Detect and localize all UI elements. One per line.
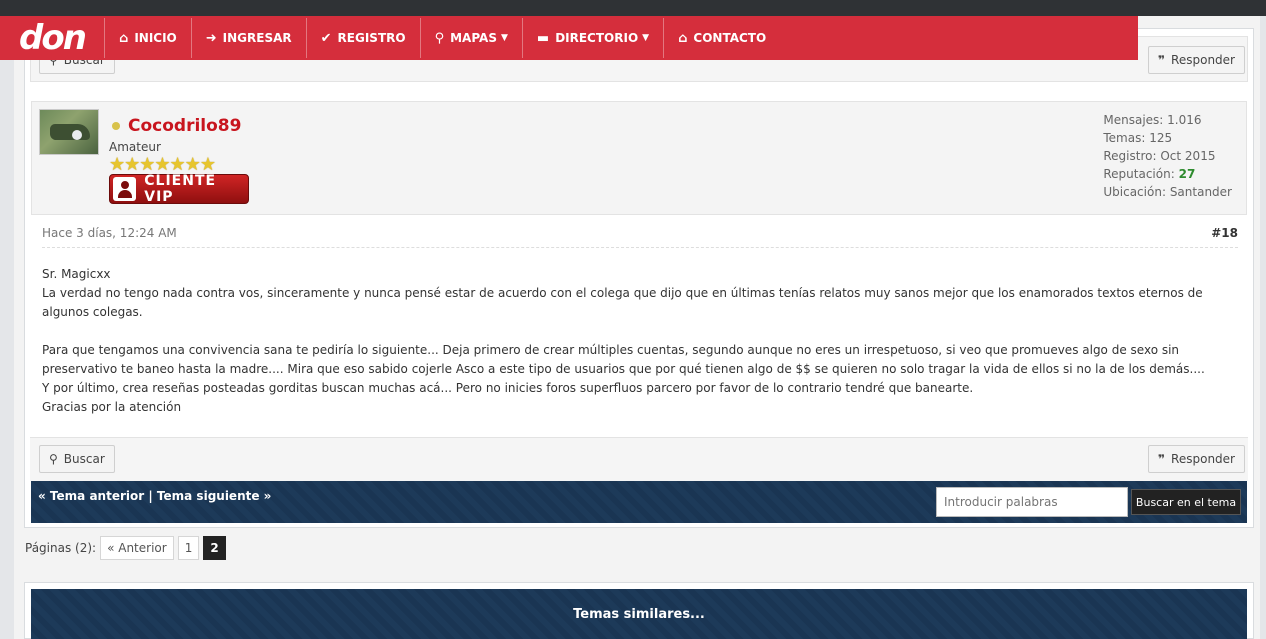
vip-badge: CLIENTE VIP: [109, 173, 249, 205]
avatar-crocodile-shape: [50, 124, 90, 140]
quote-icon: ❞: [1158, 452, 1166, 466]
nav-label: MAPAS: [450, 31, 497, 45]
main-navbar: don ⌂ INICIO ➜ INGRESAR ✔ REGISTRO ⚲ MAP…: [0, 16, 1138, 60]
map-marker-icon: ⚲: [434, 30, 445, 46]
stat-mensajes: Mensajes: 1.016: [1103, 111, 1232, 129]
pagination: Páginas (2): « Anterior 1 2: [25, 536, 226, 560]
rank-stars-icon: ★★★★★★★: [109, 154, 216, 175]
thread-nav-links: « Tema anterior | Tema siguiente »: [38, 489, 271, 503]
stat-value: 1.016: [1167, 113, 1202, 127]
post-author-header: Cocodrilo89 Amateur ★★★★★★★ CLIENTE VIP …: [31, 101, 1247, 215]
thread-search-input[interactable]: [936, 487, 1128, 517]
quote-icon: ❞: [1158, 53, 1166, 67]
nav-item-registro[interactable]: ✔ REGISTRO: [305, 18, 420, 58]
stat-ubicacion: Ubicación: Santander: [1103, 183, 1232, 201]
page-right-edge: [1260, 16, 1266, 639]
reply-button[interactable]: ❞ Responder: [1148, 445, 1245, 473]
post-paragraph: Sr. Magicxx: [42, 267, 111, 281]
reply-button-label: Responder: [1171, 452, 1235, 466]
next-thread-link[interactable]: Tema siguiente »: [157, 489, 272, 503]
home-icon: ⌂: [119, 30, 129, 46]
stat-temas: Temas: 125: [1103, 129, 1232, 147]
post-paragraph: Y por último, crea reseñas posteadas gor…: [42, 381, 974, 395]
stat-label: Mensajes:: [1103, 113, 1164, 127]
avatar-detail: [72, 130, 82, 140]
check-icon: ✔: [320, 30, 332, 46]
reply-button-label: Responder: [1171, 53, 1235, 67]
nav-label: DIRECTORIO: [555, 31, 639, 45]
nav-label: REGISTRO: [337, 31, 406, 45]
pagination-prev-button[interactable]: « Anterior: [100, 536, 174, 560]
folder-icon: ▬: [536, 30, 550, 46]
nav-label: INGRESAR: [222, 31, 292, 45]
post-number-link[interactable]: #18: [1211, 226, 1238, 240]
search-button-label: Buscar: [63, 452, 105, 466]
stat-label: Ubicación:: [1103, 185, 1166, 199]
nav-item-contacto[interactable]: ⌂ CONTACTO: [663, 18, 780, 58]
login-icon: ➜: [205, 30, 217, 46]
site-logo[interactable]: don: [0, 16, 104, 60]
post-paragraph: Gracias por la atención: [42, 400, 182, 414]
thread-nav-separator: |: [148, 489, 153, 503]
user-icon: [113, 177, 137, 201]
nav-item-mapas[interactable]: ⚲ MAPAS ▼: [419, 18, 522, 58]
username-link[interactable]: Cocodrilo89: [128, 116, 241, 136]
avatar[interactable]: [39, 109, 99, 155]
online-status-icon: [112, 122, 120, 130]
pagination-label: Páginas (2):: [25, 541, 97, 555]
post-meta: Hace 3 días, 12:24 AM #18: [42, 226, 1238, 248]
stat-registro: Registro: Oct 2015: [1103, 147, 1232, 165]
stat-label: Reputación:: [1103, 167, 1175, 181]
thread-search-button[interactable]: Buscar en el tema: [1131, 489, 1241, 515]
thread-navigation-bar: « Tema anterior | Tema siguiente » Busca…: [31, 481, 1247, 523]
user-rank: Amateur: [109, 140, 161, 154]
nav-item-inicio[interactable]: ⌂ INICIO: [104, 18, 191, 58]
stat-value: Oct 2015: [1160, 149, 1216, 163]
nav-label: CONTACTO: [693, 31, 767, 45]
stat-label: Registro:: [1103, 149, 1157, 163]
pagination-page-1[interactable]: 1: [177, 536, 200, 560]
chevron-down-icon: ▼: [500, 33, 508, 43]
stat-label: Temas:: [1103, 131, 1146, 145]
browser-top-strip: [0, 0, 1266, 16]
chevron-down-icon: ▼: [642, 33, 650, 43]
similar-threads-header: Temas similares...: [31, 589, 1247, 639]
stat-reputacion: Reputación: 27: [1103, 165, 1232, 183]
pagination-page-2-current[interactable]: 2: [203, 536, 226, 560]
search-icon: ⚲: [49, 452, 58, 466]
previous-thread-link[interactable]: « Tema anterior: [38, 489, 144, 503]
stat-value: Santander: [1169, 185, 1232, 199]
post-paragraph: La verdad no tengo nada contra vos, sinc…: [42, 286, 1203, 319]
nav-item-ingresar[interactable]: ➜ INGRESAR: [190, 18, 306, 58]
page-left-edge: [0, 16, 14, 639]
reply-button[interactable]: ❞ Responder: [1148, 46, 1245, 74]
search-button[interactable]: ⚲ Buscar: [39, 445, 115, 473]
stat-value: 27: [1178, 167, 1196, 181]
user-stats: Mensajes: 1.016 Temas: 125 Registro: Oct…: [1103, 111, 1232, 201]
post-body: Sr. Magicxx La verdad no tengo nada cont…: [42, 265, 1232, 417]
bank-icon: ⌂: [678, 30, 688, 46]
post-timestamp: Hace 3 días, 12:24 AM: [42, 226, 177, 240]
post-toolbar-bottom: [30, 437, 1248, 481]
post-paragraph: Para que tengamos una convivencia sana t…: [42, 343, 1205, 376]
nav-label: INICIO: [134, 31, 177, 45]
vip-badge-label: CLIENTE VIP: [144, 173, 217, 205]
nav-item-directorio[interactable]: ▬ DIRECTORIO ▼: [521, 18, 663, 58]
stat-value: 125: [1149, 131, 1173, 145]
